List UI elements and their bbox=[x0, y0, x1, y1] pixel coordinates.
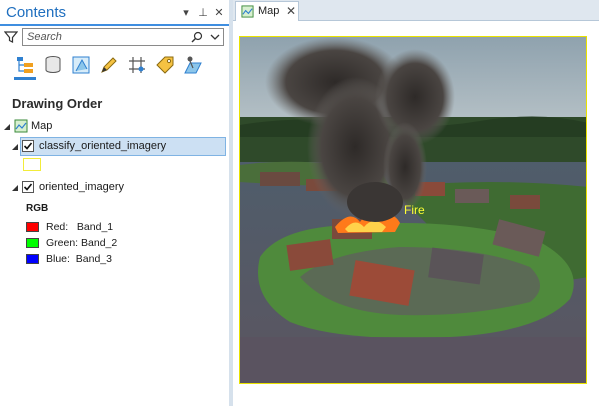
list-by-editing-button[interactable] bbox=[98, 54, 120, 76]
band-color-swatch[interactable] bbox=[26, 254, 39, 264]
tab-label: Map bbox=[258, 5, 280, 17]
layer-visibility-checkbox[interactable] bbox=[22, 181, 34, 193]
map-tabstrip: Map ✕ bbox=[233, 0, 599, 21]
list-by-labeling-button[interactable] bbox=[154, 54, 176, 76]
contents-pane: Contents ▾ ⊥ ✕ Search Drawing Order Map … bbox=[0, 0, 230, 406]
renderer-title: RGB bbox=[26, 203, 49, 214]
map-view-pane: Map ✕ Fire bbox=[233, 0, 599, 406]
expand-triangle-icon[interactable] bbox=[3, 123, 11, 131]
map-icon bbox=[14, 119, 28, 133]
layer-name: oriented_imagery bbox=[39, 181, 124, 193]
contents-header: Contents ▾ ⊥ ✕ bbox=[0, 0, 230, 26]
expand-triangle-icon[interactable] bbox=[11, 184, 19, 192]
list-by-data-source-button[interactable] bbox=[42, 54, 64, 76]
tree-node-oriented-imagery-layer[interactable]: oriented_imagery bbox=[0, 179, 228, 197]
snapping-icon bbox=[129, 57, 145, 73]
band-label: Blue: Band_3 bbox=[46, 253, 112, 265]
filter-icon[interactable] bbox=[4, 30, 18, 44]
tree-node-classify-layer[interactable]: classify_oriented_imagery bbox=[0, 138, 228, 156]
search-box[interactable] bbox=[22, 28, 224, 46]
list-by-perspective-imagery-button[interactable] bbox=[182, 54, 204, 76]
band-color-swatch[interactable] bbox=[26, 238, 39, 248]
checkmark-icon bbox=[23, 183, 33, 191]
list-by-selection-button[interactable] bbox=[70, 54, 92, 76]
pin-icon[interactable]: ⊥ bbox=[197, 6, 209, 20]
tree-node-map[interactable]: Map bbox=[0, 118, 228, 136]
oriented-image-frame[interactable]: Fire bbox=[239, 36, 587, 384]
layer-visibility-checkbox[interactable] bbox=[22, 140, 34, 152]
band-label: Red: Band_1 bbox=[46, 221, 114, 233]
close-pane-button[interactable]: ✕ bbox=[213, 6, 225, 20]
band-label: Green: Band_2 bbox=[46, 237, 118, 249]
search-input[interactable] bbox=[27, 30, 185, 44]
list-by-snapping-button[interactable] bbox=[126, 54, 148, 76]
drawing-order-heading: Drawing Order bbox=[12, 96, 103, 111]
close-icon[interactable]: ✕ bbox=[286, 4, 296, 18]
checkmark-icon bbox=[23, 142, 33, 150]
perspective-imagery-icon bbox=[184, 56, 202, 74]
pane-title: Contents bbox=[6, 4, 67, 21]
detection-label: Fire bbox=[404, 203, 425, 217]
drawing-order-icon bbox=[17, 57, 33, 73]
map-icon bbox=[241, 5, 254, 18]
tab-map[interactable]: Map ✕ bbox=[235, 1, 299, 21]
list-by-drawing-order-button[interactable] bbox=[14, 54, 36, 80]
label-tag-icon bbox=[156, 56, 174, 74]
database-icon bbox=[45, 56, 61, 73]
pencil-icon bbox=[101, 57, 117, 73]
pane-options-button[interactable]: ▾ bbox=[180, 6, 192, 20]
expand-triangle-icon[interactable] bbox=[11, 143, 19, 151]
band-color-swatch[interactable] bbox=[26, 222, 39, 232]
layer-name: classify_oriented_imagery bbox=[39, 140, 167, 152]
chevron-down-icon[interactable] bbox=[209, 31, 221, 43]
search-icon[interactable] bbox=[191, 31, 203, 43]
tree-node-label: Map bbox=[31, 120, 53, 132]
layer-symbol-swatch[interactable] bbox=[23, 158, 41, 171]
selection-icon bbox=[72, 56, 90, 74]
